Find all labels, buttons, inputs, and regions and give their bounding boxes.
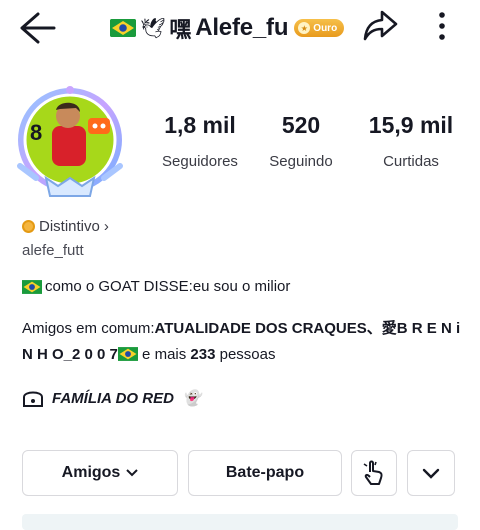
badge-shield-icon	[22, 220, 35, 233]
chevron-down-icon	[422, 468, 440, 479]
bio-text: como o GOAT DISSE:eu sou o milior	[45, 278, 291, 295]
dove-icon: 🕊	[140, 17, 166, 40]
likes-label: Curtidas	[383, 153, 439, 170]
friends-button[interactable]: Amigos	[22, 450, 178, 496]
tab-strip	[22, 514, 458, 530]
ouro-badge[interactable]: ★ Ouro	[294, 19, 345, 37]
chevron-down-icon	[126, 469, 139, 477]
mutual-prefix: Amigos em comum:	[22, 320, 155, 337]
stats-row: 1,8 mil Seguidores 520 Seguindo 15,9 mil…	[150, 112, 470, 172]
avatar[interactable]: 8	[10, 82, 134, 206]
friends-button-label: Amigos	[61, 464, 121, 481]
back-arrow-icon[interactable]	[16, 10, 56, 46]
display-name-prefix: 嘿	[169, 17, 192, 42]
more-vertical-icon[interactable]	[428, 6, 456, 46]
followers-count: 1,8 mil	[164, 112, 236, 138]
followers-label: Seguidores	[162, 153, 238, 170]
likes-count: 15,9 mil	[368, 112, 454, 138]
ouro-badge-label: Ouro	[313, 22, 338, 34]
username: alefe_futt	[22, 242, 84, 259]
mutual-suffix: pessoas	[215, 346, 276, 363]
coin-icon: ★	[298, 22, 311, 34]
distintivo-label: Distintivo	[39, 218, 100, 235]
brazil-flag-icon	[117, 347, 138, 361]
hand-pointer-icon	[363, 460, 383, 485]
chat-button[interactable]: Bate-papo	[188, 450, 342, 496]
family-link[interactable]: FAMÍLIA DO RED 👻	[22, 388, 201, 408]
family-label: FAMÍLIA DO RED	[52, 389, 174, 407]
brazil-flag-icon	[22, 279, 42, 294]
following-stat[interactable]: 520 Seguindo	[246, 112, 356, 170]
svg-text:8: 8	[30, 120, 42, 145]
distintivo-link[interactable]: Distintivo ›	[22, 218, 109, 235]
top-bar: 🕊 嘿 Alefe_fu ★ Ouro	[0, 0, 480, 58]
ghost-icon: 👻	[181, 390, 201, 407]
following-count: 520	[281, 112, 321, 138]
house-icon	[23, 391, 43, 407]
chevron-right-icon: ›	[103, 218, 109, 235]
followers-stat[interactable]: 1,8 mil Seguidores	[145, 112, 255, 170]
more-options-button[interactable]	[407, 450, 455, 496]
profile-title: 🕊 嘿 Alefe_fu ★ Ouro	[110, 10, 345, 46]
display-name: Alefe_fu	[195, 14, 289, 41]
chat-button-label: Bate-papo	[225, 464, 305, 481]
poke-button[interactable]	[351, 450, 397, 496]
likes-stat[interactable]: 15,9 mil Curtidas	[356, 112, 466, 170]
share-arrow-icon[interactable]	[360, 6, 400, 46]
mutual-and-more: e mais	[137, 346, 191, 363]
mutual-friends[interactable]: Amigos em comum:ATUALIDADE DOS CRAQUES、愛…	[22, 316, 462, 368]
following-label: Seguindo	[269, 153, 333, 170]
brazil-flag-icon	[110, 19, 136, 37]
bio: como o GOAT DISSE:eu sou o milior	[22, 278, 290, 295]
mutual-count: 233	[190, 346, 216, 363]
